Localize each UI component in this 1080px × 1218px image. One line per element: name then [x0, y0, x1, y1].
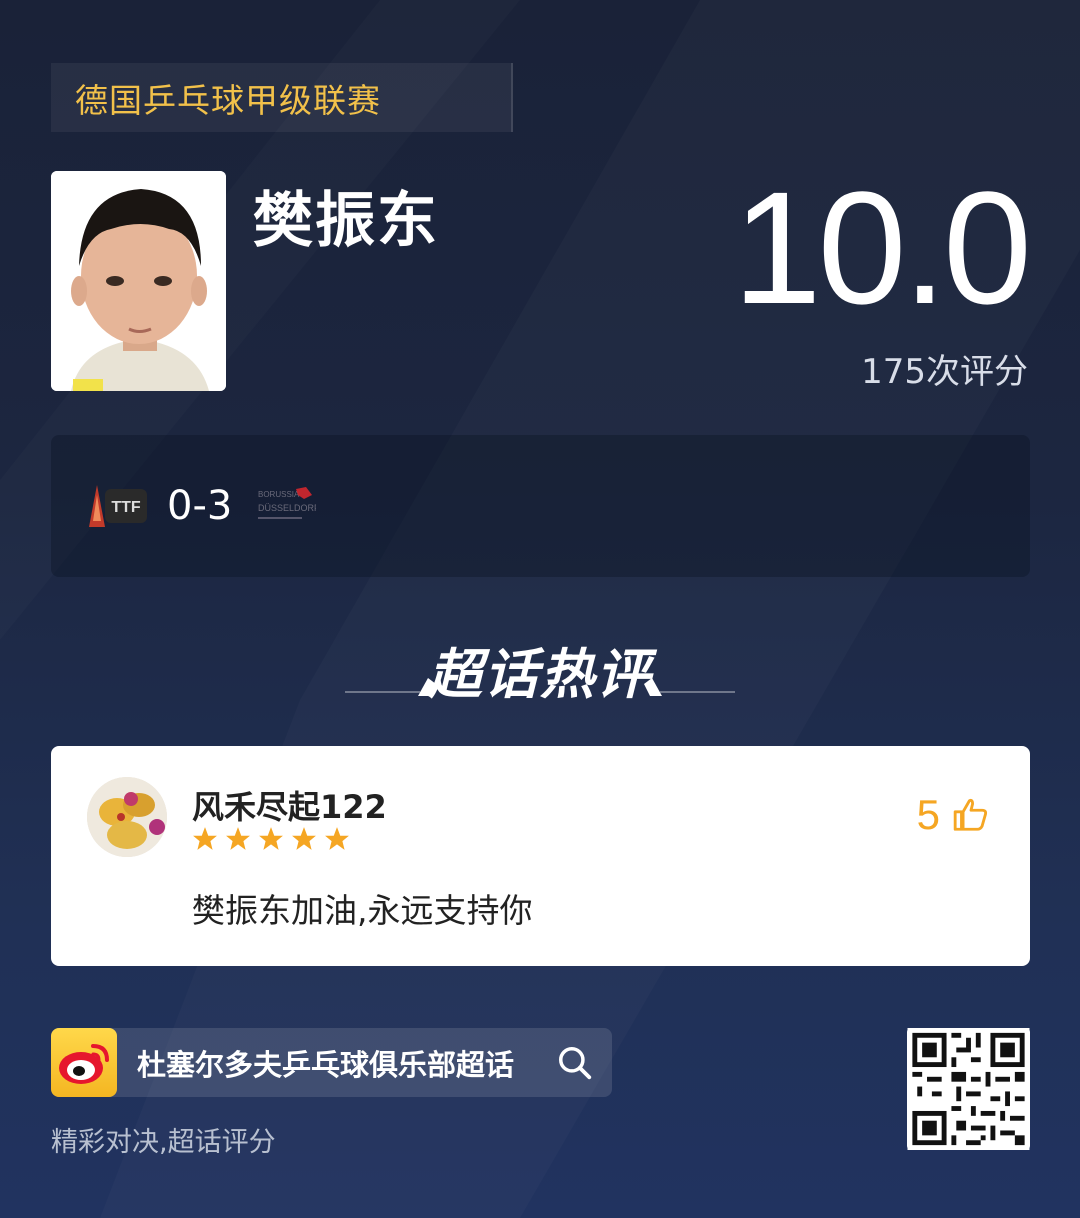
like-button[interactable]: 5 [917, 791, 990, 839]
topic-bar[interactable]: 杜塞尔多夫乒乓球俱乐部超话 [51, 1028, 612, 1097]
svg-text:BORUSSIA: BORUSSIA [258, 490, 300, 499]
comment-text: 樊振东加油,永远支持你 [192, 891, 533, 930]
thumbs-up-icon [953, 798, 988, 831]
player-avatar [51, 171, 226, 391]
rating-count: 175次评分 [861, 352, 1028, 392]
section-title: 超话热评 [0, 622, 1080, 712]
team-b-logo: BORUSSIA DÜSSELDORF [258, 487, 316, 519]
commenter-avatar[interactable] [87, 777, 167, 857]
qr-code[interactable] [907, 1028, 1030, 1150]
search-icon[interactable] [556, 1044, 594, 1082]
svg-text:TTF: TTF [111, 499, 141, 516]
star-icon [292, 827, 316, 850]
tagline: 精彩对决,超话评分 [51, 1127, 276, 1158]
comment-card[interactable]: 风禾尽起122 5 樊振东加油,永远支持你 [51, 746, 1030, 966]
like-count: 5 [916, 791, 940, 838]
match-score: 0-3 [167, 483, 233, 529]
star-icon [226, 827, 250, 850]
league-banner: 德国乒乓球甲级联赛 [51, 63, 513, 132]
star-icon [325, 827, 349, 850]
topic-name: 杜塞尔多夫乒乓球俱乐部超话 [137, 1048, 515, 1082]
weibo-logo-icon [51, 1028, 117, 1097]
player-score: 10.0 [732, 158, 1032, 337]
star-rating [192, 826, 350, 852]
svg-text:DÜSSELDORF: DÜSSELDORF [258, 503, 316, 513]
star-icon [259, 827, 283, 850]
team-a-logo: TTF [89, 485, 147, 527]
commenter-name[interactable]: 风禾尽起122 [192, 782, 387, 828]
player-name: 樊振东 [253, 186, 439, 256]
match-card[interactable]: TTF 0-3 BORUSSIA DÜSSELDORF [51, 435, 1030, 577]
section-title-text: 超话热评 [428, 643, 652, 706]
star-icon [193, 827, 217, 850]
league-name: 德国乒乓球甲级联赛 [75, 80, 381, 120]
